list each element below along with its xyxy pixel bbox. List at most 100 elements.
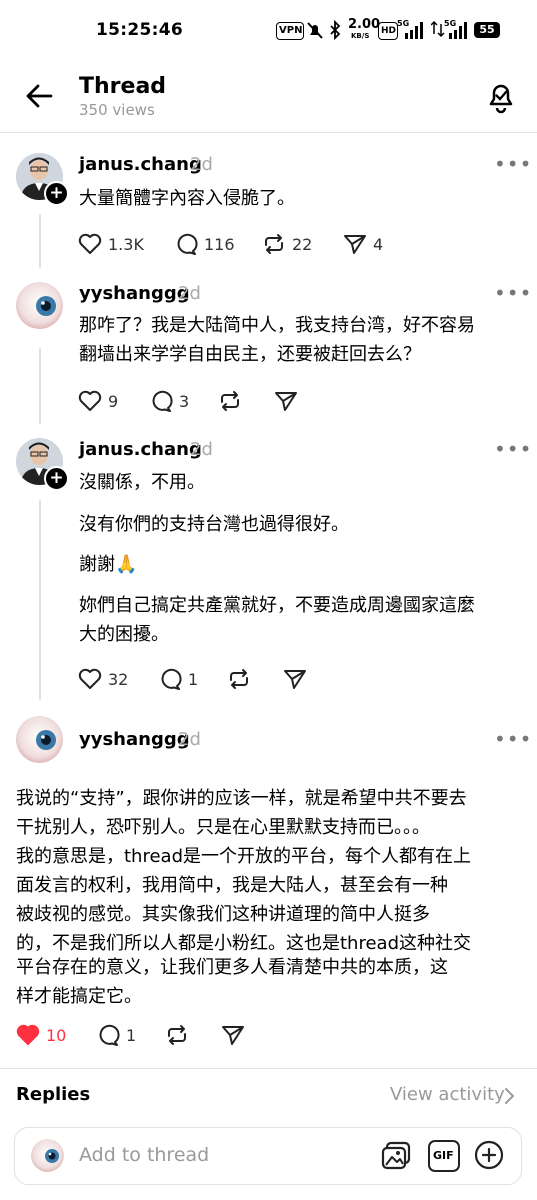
view-count: 350 views	[79, 101, 155, 119]
post-text-line: 面发言的权利，我用简中，我是大陆人，甚至会有一种	[16, 875, 448, 896]
notification-bell-icon[interactable]	[484, 80, 518, 114]
like-button[interactable]: 1.3K	[78, 233, 144, 255]
repost-button[interactable]	[218, 390, 242, 412]
eyeball-icon	[16, 282, 63, 329]
signal-icon-2	[449, 22, 467, 39]
thread-line	[39, 500, 41, 700]
like-count: 32	[108, 669, 129, 689]
repost-button[interactable]	[165, 1024, 189, 1046]
page-title: Thread	[79, 74, 167, 99]
gif-label: GIF	[433, 1149, 454, 1162]
post-text-line: 大的困擾。	[79, 624, 169, 645]
post-age: 2d	[190, 439, 213, 460]
replies-label: Replies	[16, 1084, 91, 1105]
like-count: 10	[46, 1025, 67, 1045]
share-button[interactable]	[283, 668, 307, 690]
like-button[interactable]: 9	[78, 390, 118, 412]
post-text-line: 沒關係，不用。	[79, 472, 205, 493]
net-speed-unit: KB/S	[351, 32, 370, 40]
post-text-line: 样才能搞定它。	[16, 986, 142, 1007]
post-text-line: 我说的“支持”，跟你讲的应该一样，就是希望中共不要去	[16, 788, 467, 809]
share-button[interactable]	[274, 390, 298, 412]
eyeball-icon	[16, 716, 63, 763]
back-arrow-icon[interactable]	[25, 83, 53, 109]
post-username[interactable]: yyshanggg	[79, 283, 190, 304]
share-button[interactable]	[221, 1024, 245, 1046]
repost-icon	[230, 669, 248, 689]
heart-icon	[78, 233, 102, 254]
eyeball-icon	[31, 1139, 64, 1172]
post-age: 2d	[190, 154, 213, 175]
like-count: 1.3K	[108, 234, 144, 254]
heart-icon	[78, 668, 102, 689]
post-username[interactable]: janus.chang	[79, 154, 202, 175]
comment-count: 3	[179, 391, 190, 411]
post-text-line: 謝謝🙏	[79, 554, 138, 575]
like-button[interactable]: 10	[16, 1024, 66, 1046]
image-gallery-icon[interactable]	[380, 1140, 412, 1172]
comment-button[interactable]: 3	[149, 390, 189, 412]
follow-plus-icon[interactable]: +	[44, 181, 69, 206]
signal-icon	[405, 22, 423, 39]
net-speed-value: 2.00	[348, 17, 381, 32]
more-options-icon[interactable]: •••	[494, 281, 532, 305]
status-time: 15:25:46	[96, 20, 183, 40]
comment-button[interactable]: 116	[174, 233, 235, 255]
more-options-icon[interactable]: •••	[494, 727, 532, 751]
status-bar: 15:25:46 VPN 2.00 KB/S HD 5G 5G 55	[0, 0, 537, 60]
share-button[interactable]: 4	[343, 233, 383, 255]
repost-icon	[265, 234, 283, 254]
comment-button[interactable]: 1	[96, 1024, 136, 1046]
comment-bubble-icon	[177, 233, 198, 255]
follow-plus-icon[interactable]: +	[44, 466, 69, 491]
like-count: 9	[108, 391, 119, 411]
post-text-line: 被歧视的感觉。其实像我们这种讲道理的简中人挺多	[16, 904, 430, 925]
post-age: 2d	[178, 729, 201, 750]
hd-badge: HD	[378, 22, 398, 40]
post-text-line: 那咋了？我是大陆简中人，我支持台湾，好不容易	[79, 315, 475, 336]
comment-button[interactable]: 1	[158, 668, 198, 690]
mute-bell-icon	[307, 22, 323, 39]
more-options-icon[interactable]: •••	[494, 152, 532, 176]
composer-avatar	[31, 1139, 64, 1172]
share-count: 4	[373, 234, 384, 254]
chevron-right-icon[interactable]	[503, 1087, 515, 1105]
bluetooth-icon	[330, 20, 341, 40]
thread-line	[39, 348, 41, 424]
post-text-line: 平台存在的意义，让我们更多人看清楚中共的本质，这	[16, 957, 448, 978]
view-activity-link[interactable]: View activity	[390, 1084, 505, 1105]
repost-button[interactable]	[227, 668, 251, 690]
heart-icon	[78, 390, 102, 411]
vpn-badge: VPN	[276, 22, 304, 40]
gif-button[interactable]: GIF	[428, 1140, 460, 1172]
comment-bubble-icon	[152, 390, 173, 412]
repost-icon	[221, 391, 239, 411]
avatar-yyshanggg[interactable]	[16, 282, 63, 329]
post-username[interactable]: yyshanggg	[79, 729, 190, 750]
like-button[interactable]: 32	[78, 668, 128, 690]
send-icon	[222, 1026, 244, 1045]
composer-input[interactable]: Add to thread	[79, 1144, 209, 1166]
post-text-line: 沒有你們的支持台灣也過得很好。	[79, 514, 349, 535]
more-options-icon[interactable]: •••	[494, 437, 532, 461]
repost-count: 22	[292, 234, 313, 254]
add-circle-icon[interactable]	[473, 1139, 505, 1171]
post-age: 2d	[178, 283, 201, 304]
comment-count: 1	[188, 669, 199, 689]
send-icon	[344, 235, 366, 254]
post-text-line: 大量簡體字內容入侵脆了。	[79, 188, 295, 209]
comment-count: 116	[204, 234, 235, 254]
wifi-arrows-icon	[431, 20, 445, 38]
comment-bubble-icon	[161, 668, 182, 690]
post-text-line: 妳們自己搞定共產黨就好，不要造成周邊國家這麼	[79, 595, 475, 616]
battery-indicator: 55	[474, 22, 500, 38]
repost-button[interactable]: 22	[262, 233, 312, 255]
post-username[interactable]: janus.chang	[79, 439, 202, 460]
repost-icon	[168, 1025, 186, 1045]
post-text-line: 我的意思是，thread是一个开放的平台，每个人都有在上	[16, 846, 471, 867]
avatar-yyshanggg[interactable]	[16, 716, 63, 763]
comment-count: 1	[126, 1025, 137, 1045]
post-text-line: 翻墙出来学学自由民主，还要被赶回去么？	[79, 344, 421, 365]
send-icon	[275, 392, 297, 411]
thread-line	[39, 214, 41, 268]
